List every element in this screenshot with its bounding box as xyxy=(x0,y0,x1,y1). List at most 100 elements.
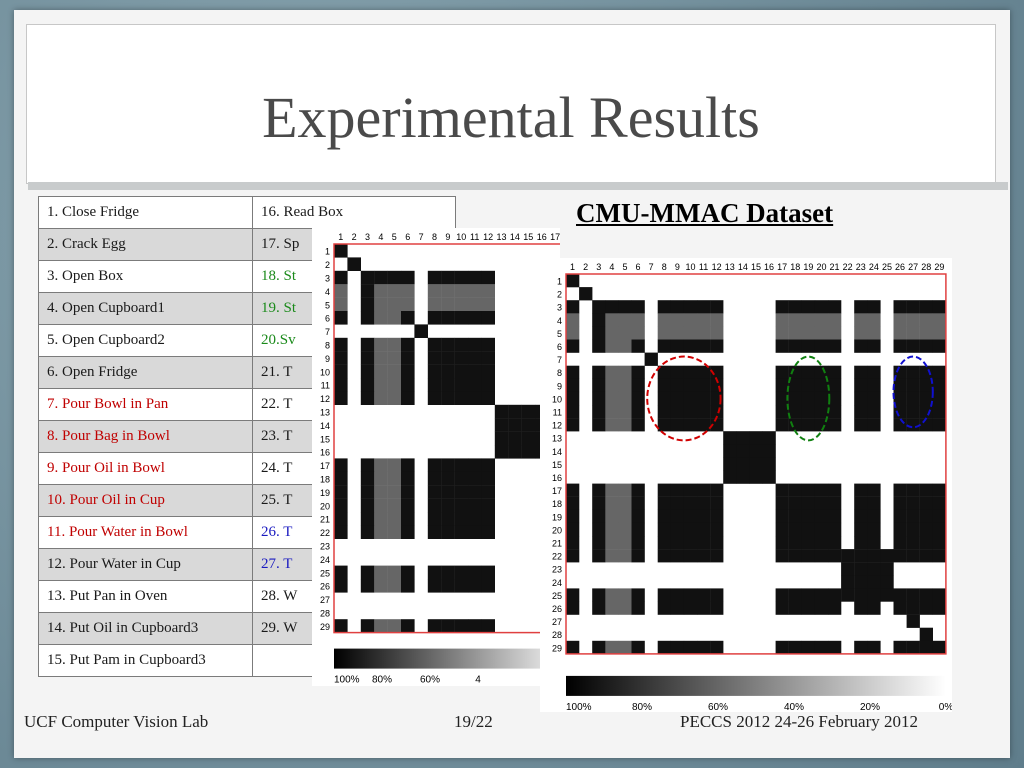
matrix-cell xyxy=(723,457,737,471)
matrix-cell xyxy=(618,391,632,406)
matrix-cell xyxy=(683,588,698,602)
matrix-cell xyxy=(427,471,442,486)
matrix-cell xyxy=(788,378,802,393)
slide-title: Experimental Results xyxy=(262,85,760,150)
matrix-cell xyxy=(441,512,455,526)
matrix-cell xyxy=(828,483,842,497)
matrix-cell xyxy=(670,509,685,524)
matrix-cell xyxy=(441,297,455,312)
matrix-cell xyxy=(814,536,829,550)
matrix-cell xyxy=(828,300,842,314)
colorbar-tick-label: 60% xyxy=(420,675,440,686)
matrix-cell xyxy=(919,496,933,510)
matrix-cell xyxy=(441,364,455,379)
matrix-cell xyxy=(441,579,455,593)
matrix-cell xyxy=(441,525,455,539)
matrix-cell xyxy=(697,339,711,353)
matrix-cell xyxy=(454,471,469,486)
matrix-cell xyxy=(697,549,711,563)
matrix-cell xyxy=(788,496,802,510)
matrix-cell xyxy=(374,512,388,526)
row-tick-label: 16 xyxy=(552,473,562,483)
column-tick-label: 4 xyxy=(378,232,383,242)
matrix-cell xyxy=(801,601,816,615)
matrix-cell xyxy=(880,588,894,602)
matrix-cell xyxy=(631,496,645,510)
matrix-cell xyxy=(387,619,402,633)
matrix-cell xyxy=(710,601,724,615)
matrix-cell xyxy=(657,391,671,406)
matrix-cell xyxy=(427,351,442,365)
row-tick-label: 28 xyxy=(552,630,562,640)
matrix-cell xyxy=(814,391,829,406)
matrix-cell xyxy=(360,311,375,325)
matrix-cell xyxy=(932,496,947,510)
matrix-cell xyxy=(454,565,469,580)
column-tick-label: 14 xyxy=(738,262,748,272)
matrix-cell xyxy=(841,575,855,589)
matrix-cell xyxy=(481,297,495,312)
table-cell: 9. Pour Oil in Bowl xyxy=(38,452,253,485)
matrix-cell xyxy=(618,300,632,314)
row-tick-label: 17 xyxy=(552,486,562,496)
row-tick-label: 7 xyxy=(325,327,330,337)
matrix-cell xyxy=(801,326,816,340)
matrix-cell xyxy=(814,496,829,510)
matrix-cell xyxy=(631,509,645,524)
matrix-cell xyxy=(932,339,947,353)
row-tick-label: 8 xyxy=(557,368,562,378)
matrix-cell xyxy=(618,378,632,393)
matrix-cell xyxy=(374,284,388,298)
matrix-cell xyxy=(618,418,632,432)
row-tick-label: 26 xyxy=(320,582,330,592)
matrix-cell xyxy=(441,284,455,298)
table-cell: 2. Crack Egg xyxy=(38,228,253,261)
matrix-cell xyxy=(468,458,482,472)
matrix-cell xyxy=(360,498,375,513)
footer-lab-name: UCF Computer Vision Lab xyxy=(24,712,209,731)
matrix-cell xyxy=(631,405,645,419)
matrix-cell xyxy=(454,498,469,513)
matrix-cell xyxy=(631,365,645,379)
matrix-cell xyxy=(481,351,495,365)
matrix-cell xyxy=(906,509,920,524)
matrix-cell xyxy=(454,619,469,633)
matrix-cell xyxy=(867,391,881,406)
matrix-cell xyxy=(932,300,947,314)
table-row: 1. Close Fridge 16. Read Box xyxy=(38,196,456,229)
column-tick-label: 1 xyxy=(338,232,343,242)
matrix-cell xyxy=(644,352,658,366)
matrix-cell xyxy=(454,284,469,298)
matrix-cell xyxy=(788,588,802,602)
matrix-cell xyxy=(867,483,881,497)
matrix-cell xyxy=(605,509,619,524)
matrix-cell xyxy=(801,339,816,353)
matrix-cell xyxy=(932,549,947,563)
matrix-cell xyxy=(427,565,442,580)
column-tick-label: 3 xyxy=(365,232,370,242)
matrix-cell xyxy=(788,601,802,615)
matrix-cell xyxy=(631,536,645,550)
matrix-cell xyxy=(374,351,388,365)
matrix-cell xyxy=(893,300,907,314)
matrix-cell xyxy=(893,601,907,615)
matrix-cell xyxy=(683,313,698,327)
matrix-cell xyxy=(854,640,868,655)
matrix-cell xyxy=(605,483,619,497)
row-tick-label: 24 xyxy=(320,555,330,565)
column-tick-label: 2 xyxy=(583,262,588,272)
row-tick-label: 10 xyxy=(552,394,562,404)
matrix-cell xyxy=(919,601,933,615)
matrix-cell xyxy=(631,418,645,432)
column-tick-label: 29 xyxy=(934,262,944,272)
matrix-cell xyxy=(401,512,415,526)
matrix-cell xyxy=(481,485,495,499)
matrix-cell xyxy=(334,485,348,499)
matrix-cell xyxy=(592,418,606,432)
matrix-cell xyxy=(919,640,933,655)
colorbar-tick-label: 40% xyxy=(784,702,804,712)
matrix-cell xyxy=(697,378,711,393)
matrix-cell xyxy=(697,522,711,537)
matrix-cell xyxy=(723,470,737,484)
matrix-cell xyxy=(683,522,698,537)
